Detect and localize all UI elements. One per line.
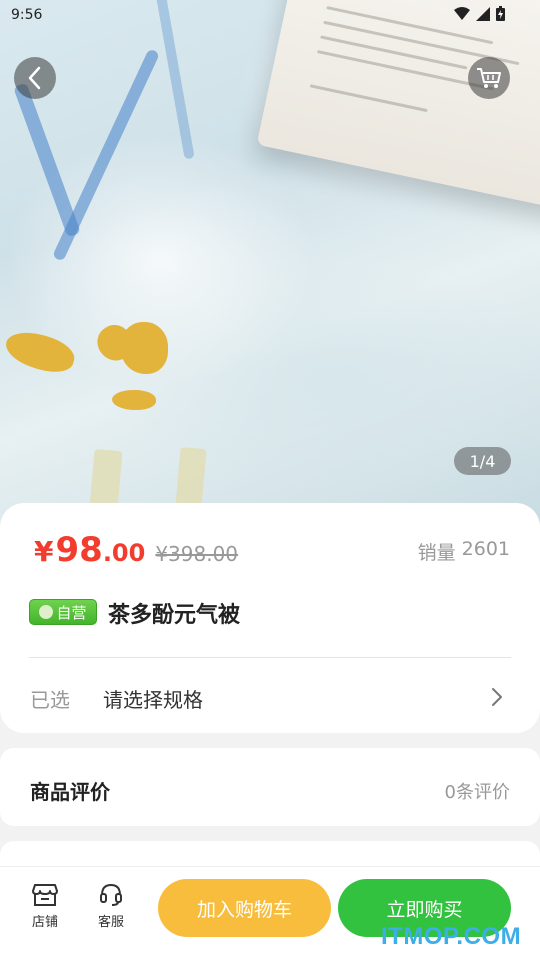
divider [29,657,511,658]
spec-label: 已选 [30,688,70,712]
back-button[interactable] [14,57,56,99]
fabric-print [120,322,168,374]
shop-button[interactable]: 店铺 [20,881,70,930]
cart-button[interactable] [468,57,510,99]
headset-icon [100,883,122,906]
chevron-right-icon[interactable] [490,686,504,708]
customer-service-button[interactable]: 客服 [86,881,136,930]
sales-label: 销量 [417,542,456,564]
price-integer: 98 [55,530,103,570]
fabric-print [175,446,207,510]
fabric-print [1,326,79,378]
badge-label: 自营 [56,603,87,622]
price: ¥ 98 .00 ¥398.00 [34,530,238,570]
signal-icon [476,6,490,21]
price-decimal: .00 [102,539,146,567]
reviews-count[interactable]: 0条评价 [445,778,510,804]
service-label: 客服 [97,915,124,930]
fabric-print [89,448,123,512]
spec-value[interactable]: 请选择规格 [103,684,203,713]
cart-icon [477,68,501,88]
shop-icon [32,884,58,906]
fabric-stripe [51,48,161,262]
status-time: 9:56 [11,7,43,23]
product-title: 茶多酚元气被 [108,603,241,628]
fabric-print [112,390,156,410]
check-icon [39,605,54,619]
sales-value: 2601 [461,538,510,560]
sales-count: 销量 2601 [418,538,510,565]
shop-label: 店铺 [31,915,58,930]
wifi-icon [454,6,470,20]
original-price: ¥398.00 [155,542,239,566]
site-watermark: ITMOP.COM [381,923,522,950]
self-operated-badge: 自营 [29,599,97,625]
image-pager: 1/4 [454,447,511,475]
status-bar: 9:56 [0,0,540,32]
battery-icon [496,6,505,21]
reviews-title: 商品评价 [30,780,110,804]
chevron-left-icon [28,66,41,90]
price-symbol: ¥ [34,535,54,568]
add-to-cart-button[interactable]: 加入购物车 [158,879,331,937]
